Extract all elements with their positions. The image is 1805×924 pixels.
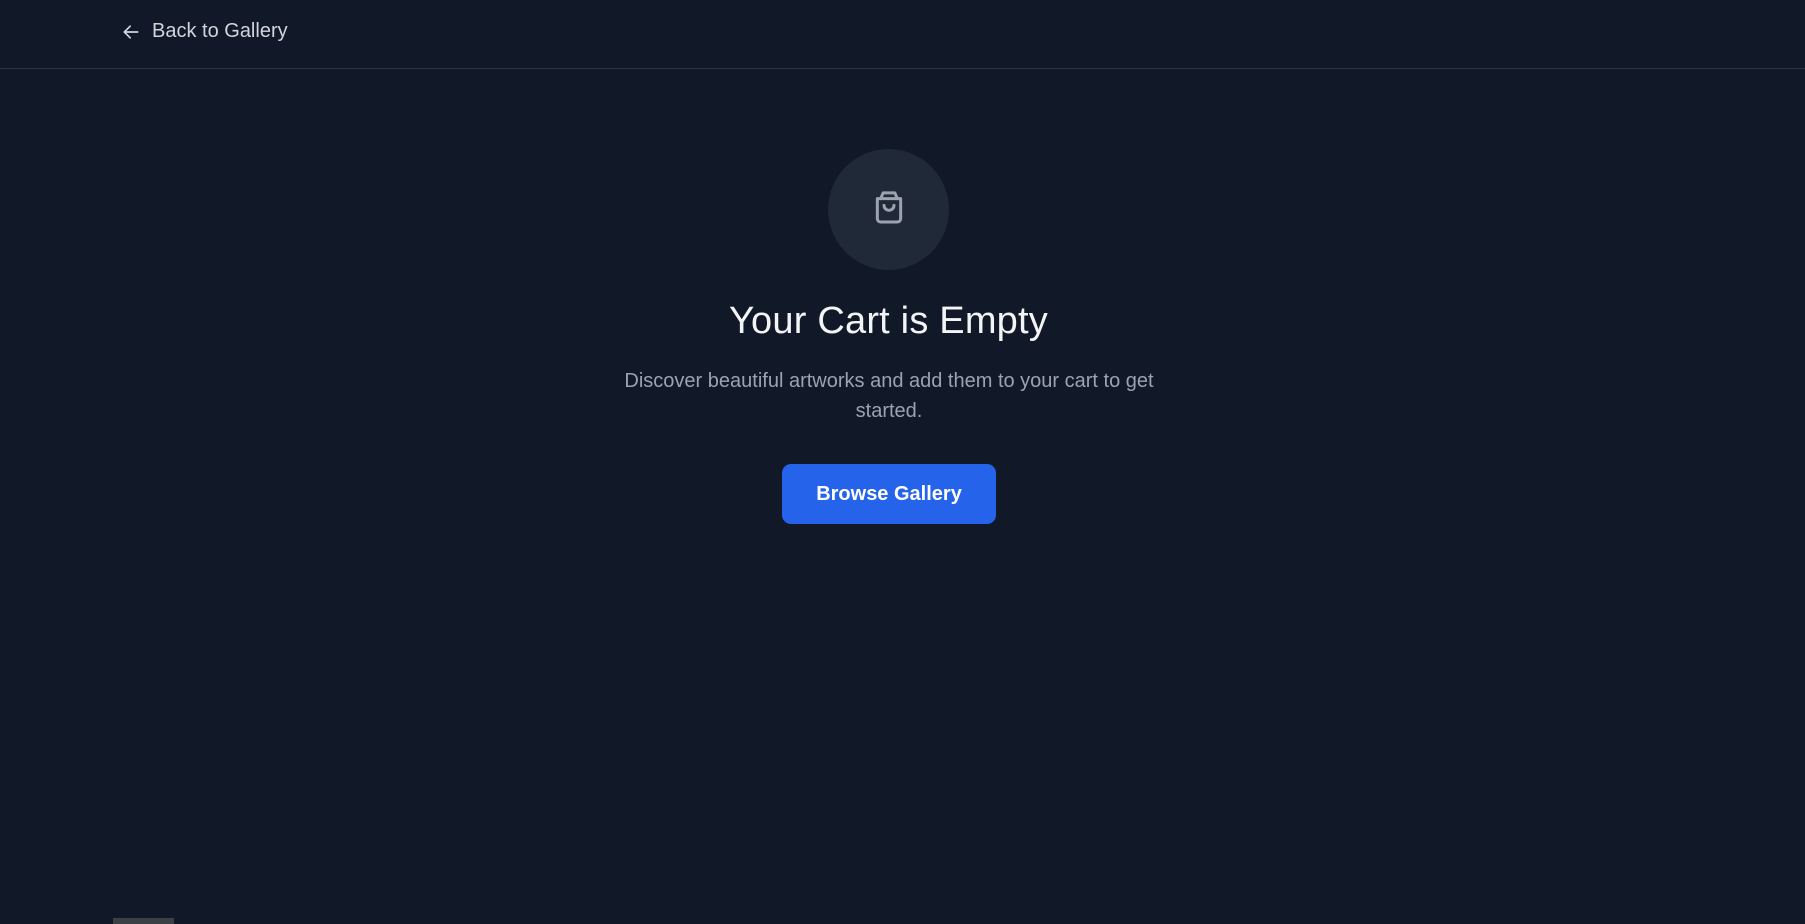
arrow-left-icon xyxy=(120,21,142,43)
page-title: Your Cart is Empty xyxy=(729,300,1048,342)
back-to-gallery-label: Back to Gallery xyxy=(152,20,288,42)
empty-cart-icon-container xyxy=(828,149,949,270)
browse-gallery-button[interactable]: Browse Gallery xyxy=(782,464,996,524)
shopping-bag-icon xyxy=(869,187,909,232)
empty-cart-section: Your Cart is Empty Discover beautiful ar… xyxy=(0,70,1805,924)
horizontal-scrollbar-thumb[interactable] xyxy=(113,918,174,924)
top-nav-bar: Back to Gallery xyxy=(0,0,1805,69)
back-to-gallery-link[interactable]: Back to Gallery xyxy=(120,20,288,43)
empty-cart-description: Discover beautiful artworks and add them… xyxy=(624,370,1154,422)
